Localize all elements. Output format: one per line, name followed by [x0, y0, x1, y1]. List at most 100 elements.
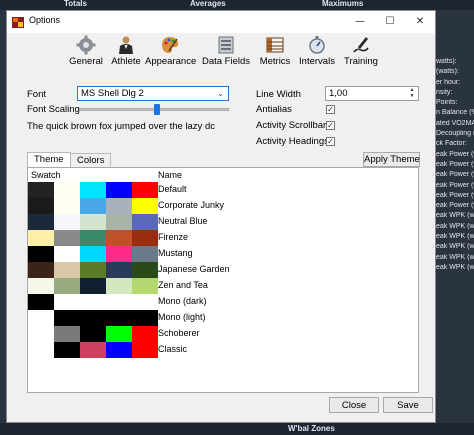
table-row[interactable]: Firenze: [28, 230, 188, 246]
apply-theme-button[interactable]: Apply Theme: [363, 152, 420, 167]
font-preview-text: The quick brown fox jumped over the lazy…: [27, 121, 215, 132]
close-window-button[interactable]: ✕: [407, 13, 433, 31]
bg-metric-label: eak WPK (w/k: [436, 233, 474, 241]
minimize-button[interactable]: —: [347, 13, 373, 31]
athlete-icon: [119, 36, 133, 54]
swatch-color: [106, 310, 132, 326]
line-width-spinbox[interactable]: 1,00 ▲ ▼: [325, 86, 419, 101]
maximize-button[interactable]: ☐: [377, 13, 403, 31]
table-row[interactable]: Schoberer: [28, 326, 200, 342]
activity-scrollbar-checkbox[interactable]: ✓: [326, 121, 335, 130]
theme-name: Zen and Tea: [158, 280, 208, 290]
bg-metric-label: eak WPK (w/k: [436, 243, 474, 251]
swatch-color: [80, 262, 106, 278]
swatch-color: [28, 198, 54, 214]
background-footer: W'bal Zones: [0, 423, 474, 435]
swatch-color: [80, 246, 106, 262]
swatch-color: [106, 326, 132, 342]
swatch-color: [80, 310, 106, 326]
font-scaling-slider[interactable]: [154, 104, 160, 115]
swatch-color: [132, 294, 158, 310]
title-bar[interactable]: Options — ☐ ✕: [7, 11, 435, 33]
bg-metric-label: eak Power (w: [436, 181, 474, 189]
table-row[interactable]: Mustang: [28, 246, 193, 262]
theme-name: Corporate Junky: [158, 200, 225, 210]
close-button[interactable]: Close: [329, 397, 379, 413]
table-row[interactable]: Corporate Junky: [28, 198, 224, 214]
swatch-color: [54, 246, 80, 262]
swatch-color: [132, 326, 158, 342]
bg-metric-label: eak WPK (w/k: [436, 253, 474, 261]
swatch-color: [54, 294, 80, 310]
swatch-color: [106, 262, 132, 278]
toolbar-data-fields[interactable]: Data Fields: [201, 35, 251, 67]
bg-metric-label: eak Power (w: [436, 191, 474, 199]
swatch-color: [106, 198, 132, 214]
theme-table: Swatch Name Default Corporate Junky Neutra…: [27, 167, 419, 393]
bg-metric-label: eak Power (w: [436, 171, 474, 179]
swatch-color: [28, 262, 54, 278]
toolbar-training-label: Training: [344, 56, 378, 67]
theme-name: Classic: [158, 344, 188, 354]
bg-metric-label: ated VO2MAX: [436, 119, 474, 127]
toolbar-athlete-label: Athlete: [111, 56, 141, 67]
font-scaling-label: Font Scaling: [27, 104, 80, 115]
swatch-color: [28, 182, 54, 198]
antialias-checkbox[interactable]: ✓: [326, 105, 335, 114]
swatch-color: [132, 230, 158, 246]
activity-headings-checkbox[interactable]: ✓: [326, 137, 335, 146]
swatch-color: [80, 230, 106, 246]
table-row[interactable]: Default: [28, 182, 187, 198]
swatch-color: [54, 326, 80, 342]
toolbar-athlete[interactable]: Athlete: [109, 35, 143, 67]
toolbar-appearance[interactable]: Appearance: [145, 35, 196, 67]
swatch-color: [80, 294, 106, 310]
swatch-color: [54, 214, 80, 230]
swatch-color: [80, 198, 106, 214]
stopwatch-icon: [309, 36, 325, 54]
antialias-label: Antialias: [256, 104, 292, 115]
swatch-color: [54, 342, 80, 358]
toolbar-intervals[interactable]: Intervals: [296, 35, 338, 67]
theme-name: Default: [158, 184, 187, 194]
swatch-color: [106, 182, 132, 198]
bg-metric-label: ck Factor:: [436, 140, 467, 148]
swatch-color: [28, 278, 54, 294]
swatch-color: [132, 342, 158, 358]
swatch-color: [28, 326, 54, 342]
toolbar-intervals-label: Intervals: [299, 56, 335, 67]
save-button[interactable]: Save: [383, 397, 433, 413]
bg-metric-label: eak WPK (w/k: [436, 263, 474, 271]
font-select[interactable]: MS Shell Dlg 2 ⌄: [77, 86, 229, 101]
tab-colors[interactable]: Colors: [70, 153, 112, 166]
swatch-color: [132, 262, 158, 278]
bg-metric-label: Points:: [436, 99, 458, 107]
window-title: Options: [29, 15, 61, 25]
swatch-color: [54, 182, 80, 198]
spin-down-icon[interactable]: ▼: [407, 93, 417, 100]
table-row[interactable]: Japanese Garden: [28, 262, 230, 278]
tab-theme[interactable]: Theme: [27, 152, 71, 167]
options-dialog: Options — ☐ ✕ General Athlete Appearance…: [6, 10, 436, 423]
toolbar-metrics[interactable]: Metrics: [257, 35, 293, 67]
font-label: Font: [27, 89, 47, 100]
swatch-color: [54, 262, 80, 278]
swatch-color: [28, 246, 54, 262]
activity-scrollbar-label: Activity Scrollbar: [256, 120, 327, 131]
swatch-color: [80, 342, 106, 358]
swatch-color: [106, 278, 132, 294]
toolbar-general[interactable]: General: [67, 35, 105, 67]
swatch-color: [80, 182, 106, 198]
table-row[interactable]: Zen and Tea: [28, 278, 208, 294]
theme-name: Schoberer: [158, 328, 200, 338]
table-row[interactable]: Mono (light): [28, 310, 206, 326]
table-row[interactable]: Neutral Blue: [28, 214, 208, 230]
swatch-color: [132, 182, 158, 198]
toolbar-training[interactable]: Training: [341, 35, 381, 67]
bg-metric-label: Decoupling (: [436, 130, 474, 138]
swatch-color: [28, 214, 54, 230]
table-row[interactable]: Mono (dark): [28, 294, 207, 310]
bg-maximums: Maximums: [322, 0, 364, 8]
swatch-color: [80, 326, 106, 342]
table-row[interactable]: Classic: [28, 342, 187, 358]
